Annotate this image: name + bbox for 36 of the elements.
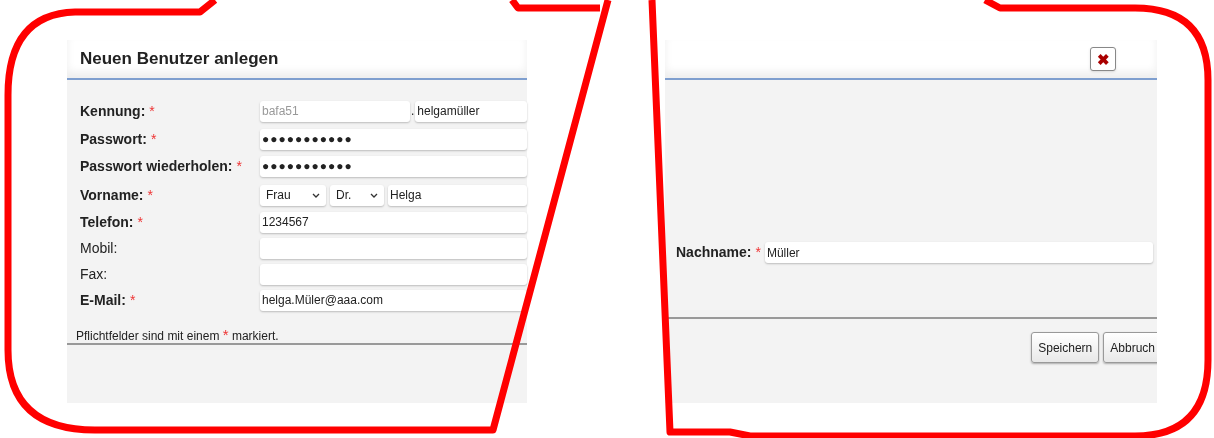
required-asterisk: * — [755, 243, 761, 262]
input-field[interactable]: helga.Müler@aaa.com — [260, 289, 527, 311]
chevron-down-icon — [370, 192, 378, 198]
chevron-down-icon — [312, 192, 320, 198]
required-asterisk: * — [147, 185, 153, 205]
input-field[interactable]: Helga — [388, 184, 527, 206]
input-field[interactable]: Müller — [764, 242, 1153, 263]
input-field[interactable] — [260, 237, 527, 259]
separator-text: . — [410, 103, 416, 120]
required-asterisk: * — [150, 129, 157, 149]
dropdown[interactable]: Frau — [260, 184, 326, 206]
field-label: Vorname: — [80, 185, 144, 205]
dialog-button[interactable]: Speichern — [1031, 332, 1100, 363]
password-field[interactable]: ●●●●●●●●●●● — [260, 155, 527, 177]
field-label: E-Mail: — [80, 290, 126, 310]
required-asterisk: * — [236, 156, 242, 176]
required-fields-note: Pflichtfelder sind mit einem * markiert. — [76, 329, 279, 343]
required-asterisk: * — [149, 101, 155, 121]
dropdown[interactable]: Dr. — [330, 184, 384, 206]
field-label: Nachname: — [676, 243, 752, 262]
password-field[interactable]: ●●●●●●●●●●● — [260, 128, 527, 150]
required-asterisk: * — [137, 212, 143, 232]
required-asterisk: * — [129, 290, 136, 310]
input-field[interactable]: helgamüller — [415, 100, 527, 122]
field-label: Passwort: — [80, 129, 147, 149]
readonly-field: bafa51 — [260, 100, 410, 122]
field-label: Telefon: — [80, 212, 134, 232]
field-label: Passwort wiederholen: — [80, 156, 233, 176]
field-label: Fax: — [80, 264, 108, 284]
close-button[interactable]: ✖ — [1090, 47, 1116, 71]
input-field[interactable]: 1234567 — [260, 211, 527, 233]
dialog-button[interactable]: Abbruch — [1103, 332, 1157, 363]
field-label: Mobil: — [80, 238, 118, 258]
dialog-title: Neuen Benutzer anlegen — [80, 48, 279, 71]
input-field[interactable] — [260, 263, 527, 285]
field-label: Kennung: — [80, 101, 146, 121]
